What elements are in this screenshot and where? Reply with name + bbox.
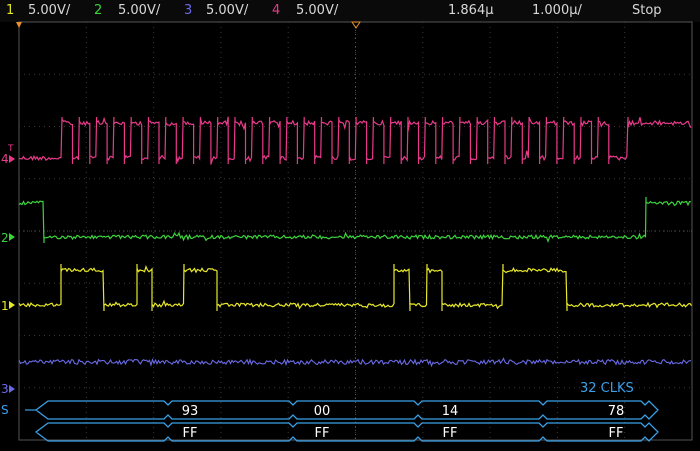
graticule [18, 21, 693, 441]
left-reference-marker [16, 22, 22, 28]
ch4-marker-label: 4 [1, 152, 9, 166]
waveforms [18, 116, 692, 368]
ch1-marker-label: 1 [1, 299, 9, 313]
bus-row-2-value: FF [183, 426, 198, 441]
ch4-ground-marker[interactable]: 4 T [1, 144, 15, 166]
bus-clock-count: 32 CLKS [580, 381, 634, 396]
ch3-arrow-icon [9, 385, 15, 393]
ch3-ground-marker[interactable]: 3 [1, 382, 15, 396]
bus-row-2-value: FF [609, 426, 624, 441]
ch1-arrow-icon [9, 301, 15, 309]
ch4-arrow-icon [9, 155, 15, 163]
serial-bus-decode[interactable]: 32 CLKS 93 00 14 78 FF FF FF FF [25, 381, 659, 442]
trigger-level-label: T [7, 144, 14, 154]
bus-marker-label: S [1, 403, 9, 417]
bus-row-2-value: FF [315, 426, 330, 441]
waveform-display[interactable]: 4 T 2 1 3 S 32 CLKS 93 00 14 78 FF FF FF FF [0, 0, 700, 451]
ch1-ground-marker[interactable]: 1 [1, 299, 15, 313]
bus-row-1-outline [34, 400, 659, 420]
bus-row-1-value: 14 [442, 404, 459, 419]
ch3-marker-label: 3 [1, 382, 9, 396]
ch2-waveform [18, 196, 692, 244]
bus-row-1-value: 78 [608, 404, 625, 419]
ch4-waveform [18, 116, 692, 165]
bus-row-2-outline [34, 422, 659, 442]
ch2-marker-label: 2 [1, 231, 9, 245]
bus-row-1-value: 93 [182, 404, 199, 419]
ch2-arrow-icon [9, 233, 15, 241]
bus-row-2-value: FF [443, 426, 458, 441]
bus-row-1-value: 00 [314, 404, 331, 419]
ch2-ground-marker[interactable]: 2 [1, 231, 15, 245]
bus-marker[interactable]: S [1, 403, 9, 417]
